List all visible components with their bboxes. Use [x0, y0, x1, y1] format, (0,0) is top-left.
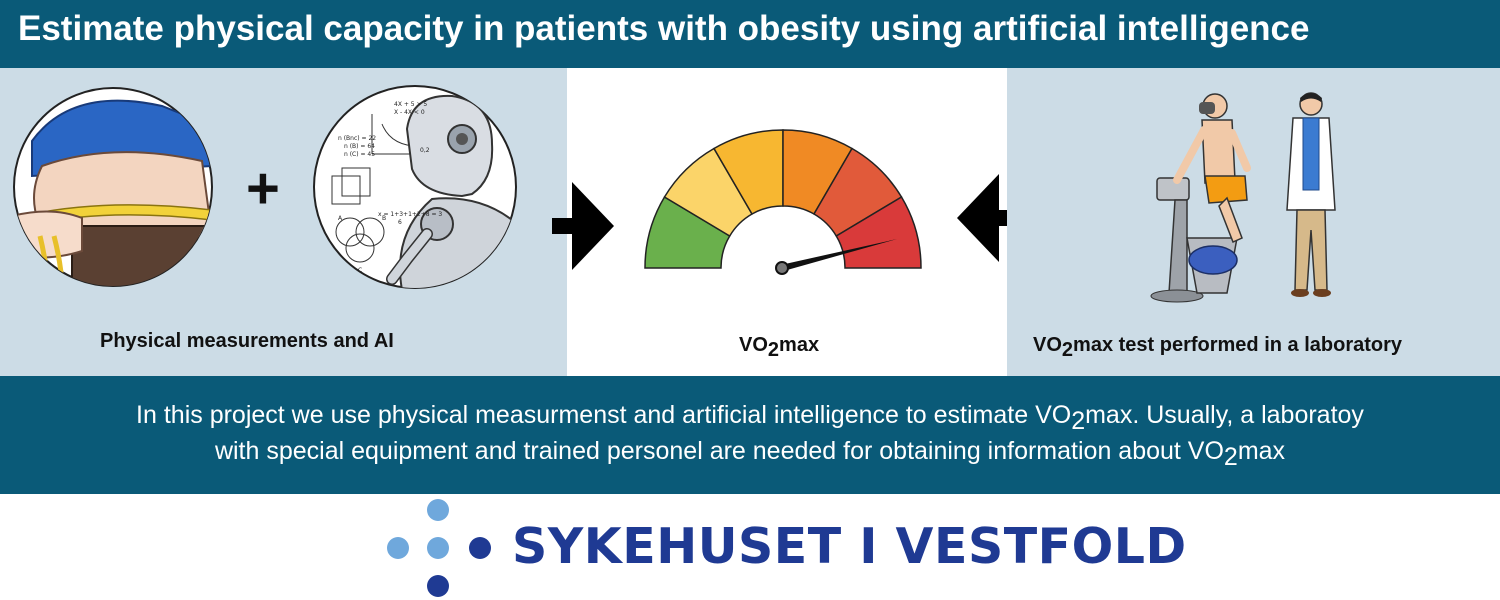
title-banner: Estimate physical capacity in patients w…: [0, 0, 1500, 68]
caption-physical-measurements: Physical measurements and AI: [100, 330, 394, 352]
formula-n-b: n (B) = 64: [344, 143, 375, 150]
panel-vo2max: VO2max: [567, 68, 1007, 376]
ai-robot-illustration: 4X + 5 > 5 X - 4X < 0 0,2 n (Bnc) = 22 n…: [313, 85, 517, 289]
lab-doctor-illustration: [1286, 92, 1336, 297]
caption-laboratory-test: VO2max test performed in a laboratory: [1033, 334, 1403, 361]
formula-mean-den: 6: [398, 219, 402, 226]
description-banner: In this project we use physical measurme…: [0, 376, 1500, 494]
caption-vo2max: VO2max: [739, 334, 820, 361]
waist-measurement-illustration: [13, 87, 213, 287]
description-line-2: with special equipment and trained perso…: [214, 437, 1286, 471]
venn-label-c: C: [358, 267, 362, 274]
formula-top2: X - 4X < 0: [394, 109, 425, 116]
arrow-right-icon: [552, 182, 614, 270]
plus-symbol: +: [246, 156, 280, 221]
formula-graph-label: 0,2: [420, 147, 430, 154]
hospital-logo-icon: [387, 499, 491, 597]
hospital-logo-text: SYKEHUSET I VESTFOLD: [512, 518, 1187, 575]
vo2max-gauge: [644, 129, 922, 275]
formula-top1: 4X + 5 > 5: [394, 101, 427, 108]
gauge-pivot: [775, 261, 789, 275]
formula-mean: x = 1+3+1+2+8 = 3: [378, 211, 442, 218]
panel-laboratory-test: VO2max test performed in a laboratory: [1007, 68, 1500, 376]
panel-physical-measurements: + 4X + 5 > 5 X - 4X < 0 0,2 n (Bnc) = 22…: [0, 68, 567, 376]
venn-label-b: B: [382, 215, 386, 222]
formula-n-c: n (C) = 45: [344, 151, 375, 158]
page-title: Estimate physical capacity in patients w…: [18, 9, 1310, 48]
formula-n-bnc: n (Bnc) = 22: [338, 135, 376, 142]
description-line-1: In this project we use physical measurme…: [136, 401, 1364, 435]
exercise-bike-test-illustration: [1150, 93, 1251, 303]
